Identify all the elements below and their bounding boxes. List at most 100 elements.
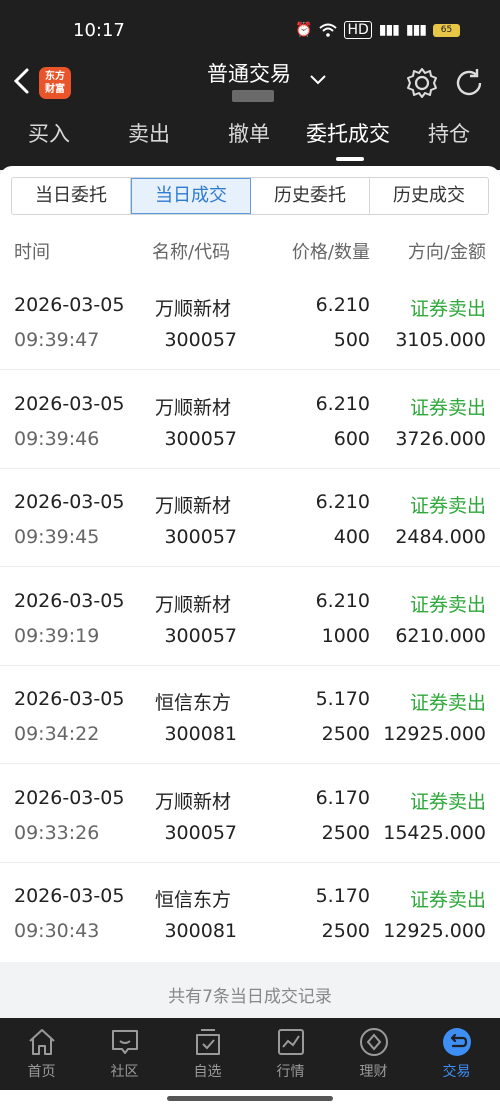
row-direction: 证券卖出 [409,791,486,813]
home-bar [0,1090,500,1111]
status-bar: 10:17 ⏰ HD ▮▮▮ ▮▮▮ 65 [0,0,500,58]
table-row[interactable]: 2026-03-05 09:39:19 万顺新材 300057 6.210 10… [0,568,500,666]
tab-buy[interactable]: 买入 [28,118,70,148]
table-row[interactable]: 2026-03-05 09:39:47 万顺新材 300057 6.210 50… [0,272,500,370]
row-qty: 400 [333,526,370,548]
row-direction: 证券卖出 [409,495,486,517]
exchange-icon [443,1028,471,1056]
table-header: 时间 名称/代码 价格/数量 方向/金额 [0,232,500,268]
row-name: 恒信东方 [155,692,232,714]
hd-icon: HD [344,21,372,39]
row-amount: 12925.000 [383,920,486,942]
row-direction: 证券卖出 [409,692,486,714]
logo-text-1: 东方 [45,71,65,82]
signal-icon-2: ▮▮▮ [405,22,427,38]
table-row[interactable]: 2026-03-05 09:30:43 恒信东方 300081 5.170 25… [0,863,500,961]
subtab-today-trades[interactable]: 当日成交 [131,178,251,214]
row-qty: 2500 [321,920,370,942]
row-amount: 6210.000 [395,625,486,647]
row-price: 6.210 [315,491,370,513]
row-name: 恒信东方 [155,889,232,911]
nav-market[interactable]: 行情 [249,1018,332,1090]
sub-tabs: 当日委托 当日成交 历史委托 历史成交 [11,177,489,215]
row-amount: 12925.000 [383,723,486,745]
subtab-today-orders[interactable]: 当日委托 [12,178,131,214]
signal-icon: ▮▮▮ [378,22,400,38]
col-dir-amount: 方向/金额 [407,242,486,263]
tab-positions[interactable]: 持仓 [428,118,470,148]
tab-orders-trades[interactable]: 委托成交 [306,118,390,148]
nav-home[interactable]: 首页 [0,1018,83,1090]
nav-wealth[interactable]: 理财 [332,1018,415,1090]
main-tabs: 买入 卖出 撤单 委托成交 持仓 [0,118,500,162]
page-title[interactable]: 普通交易 [207,58,291,88]
diamond-icon [360,1028,388,1056]
chevron-down-icon[interactable] [308,72,328,88]
row-direction: 证券卖出 [409,397,486,419]
row-name: 万顺新材 [155,594,232,616]
row-date: 2026-03-05 [14,294,125,316]
row-qty: 500 [333,329,370,351]
row-price: 5.170 [315,688,370,710]
row-name: 万顺新材 [155,495,232,517]
subtab-history-orders[interactable]: 历史委托 [251,178,370,214]
row-time: 09:30:43 [14,920,100,942]
table-row[interactable]: 2026-03-05 09:39:46 万顺新材 300057 6.210 60… [0,371,500,469]
nav-label: 行情 [276,1064,305,1080]
chat-icon [112,1030,138,1054]
table-row[interactable]: 2026-03-05 09:33:26 万顺新材 300057 6.170 25… [0,765,500,863]
nav-label: 社区 [110,1064,139,1080]
row-date: 2026-03-05 [14,787,125,809]
table-row[interactable]: 2026-03-05 09:39:45 万顺新材 300057 6.210 40… [0,469,500,567]
account-masked [232,90,274,102]
status-time: 10:17 [73,20,125,41]
status-icons: ⏰ HD ▮▮▮ ▮▮▮ 65 [295,21,460,39]
app-header: 东方 财富 普通交易 [0,58,500,110]
col-time: 时间 [14,242,50,263]
row-price: 5.170 [315,885,370,907]
row-amount: 3105.000 [395,329,486,351]
row-time: 09:39:46 [14,428,100,450]
row-time: 09:39:19 [14,625,100,647]
row-direction: 证券卖出 [409,594,486,616]
nav-trade[interactable]: 交易 [415,1018,498,1090]
tab-sell[interactable]: 卖出 [128,118,170,148]
row-name: 万顺新材 [155,298,232,320]
bottom-nav: 首页 社区 自选 行情 理财 交易 [0,1018,500,1090]
row-qty: 1000 [321,625,370,647]
row-amount: 3726.000 [395,428,486,450]
nav-label: 交易 [442,1064,471,1080]
back-arrow-icon[interactable] [9,66,35,96]
nav-label: 自选 [193,1064,222,1080]
row-date: 2026-03-05 [14,491,125,513]
record-count-note: 共有7条当日成交记录 [0,962,500,1018]
table-row[interactable]: 2026-03-05 09:34:22 恒信东方 300081 5.170 25… [0,666,500,764]
row-price: 6.210 [315,294,370,316]
row-code: 300057 [164,625,237,647]
gear-icon[interactable] [405,66,439,100]
row-qty: 2500 [321,822,370,844]
tab-underline [336,157,364,161]
nav-community[interactable]: 社区 [83,1018,166,1090]
row-price: 6.210 [315,393,370,415]
col-name-code: 名称/代码 [152,242,231,263]
refresh-icon[interactable] [452,66,486,100]
row-name: 万顺新材 [155,791,232,813]
row-direction: 证券卖出 [409,889,486,911]
chart-icon [278,1029,304,1055]
row-code: 300057 [164,822,237,844]
row-time: 09:39:45 [14,526,100,548]
battery-icon: 65 [433,23,460,37]
row-qty: 600 [333,428,370,450]
row-qty: 2500 [321,723,370,745]
row-direction: 证券卖出 [409,298,486,320]
home-indicator[interactable] [167,1096,333,1101]
row-amount: 2484.000 [395,526,486,548]
logo-text-2: 财富 [45,84,65,95]
row-date: 2026-03-05 [14,590,125,612]
subtab-history-trades[interactable]: 历史成交 [370,178,488,214]
nav-watchlist[interactable]: 自选 [166,1018,249,1090]
row-code: 300057 [164,428,237,450]
row-price: 6.170 [315,787,370,809]
tab-cancel[interactable]: 撤单 [228,118,270,148]
